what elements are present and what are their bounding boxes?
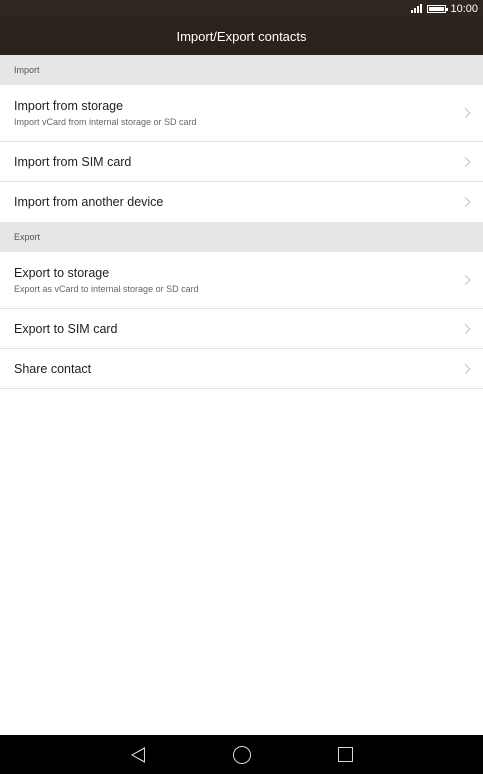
- section-label: Export: [14, 232, 41, 242]
- item-title: Export to SIM card: [14, 321, 118, 336]
- back-icon: [130, 746, 145, 763]
- settings-list: Import Import from storage Import vCard …: [0, 55, 483, 389]
- import-from-device-item[interactable]: Import from another device: [0, 182, 483, 222]
- navigation-bar: [0, 735, 483, 774]
- item-title: Import from SIM card: [14, 154, 132, 169]
- back-button[interactable]: [86, 735, 190, 774]
- signal-icon: [411, 4, 423, 13]
- export-to-storage-item[interactable]: Export to storage Export as vCard to int…: [0, 252, 483, 309]
- battery-icon: [427, 4, 449, 13]
- status-bar: 10:00: [0, 0, 483, 17]
- item-title: Import from storage: [14, 99, 124, 113]
- import-from-sim-item[interactable]: Import from SIM card: [0, 142, 483, 182]
- share-contact-item[interactable]: Share contact: [0, 349, 483, 389]
- status-time: 10:00: [450, 2, 478, 15]
- section-label: Import: [14, 65, 40, 75]
- import-from-storage-item[interactable]: Import from storage Import vCard from in…: [0, 85, 483, 142]
- home-icon: [232, 745, 251, 764]
- item-title: Share contact: [14, 361, 92, 376]
- page-title: Import/Export contacts: [176, 28, 307, 44]
- recent-apps-button[interactable]: [294, 735, 398, 774]
- item-title: Import from another device: [14, 195, 164, 209]
- app-header: Import/Export contacts: [0, 17, 483, 55]
- item-subtitle: Import vCard from internal storage or SD…: [14, 117, 197, 127]
- home-button[interactable]: [190, 735, 294, 774]
- section-header-import: Import: [0, 55, 483, 85]
- export-to-sim-item[interactable]: Export to SIM card: [0, 309, 483, 349]
- item-title: Export to storage: [14, 266, 110, 280]
- recent-apps-icon: [338, 747, 353, 762]
- section-header-export: Export: [0, 222, 483, 252]
- item-subtitle: Export as vCard to internal storage or S…: [14, 284, 199, 294]
